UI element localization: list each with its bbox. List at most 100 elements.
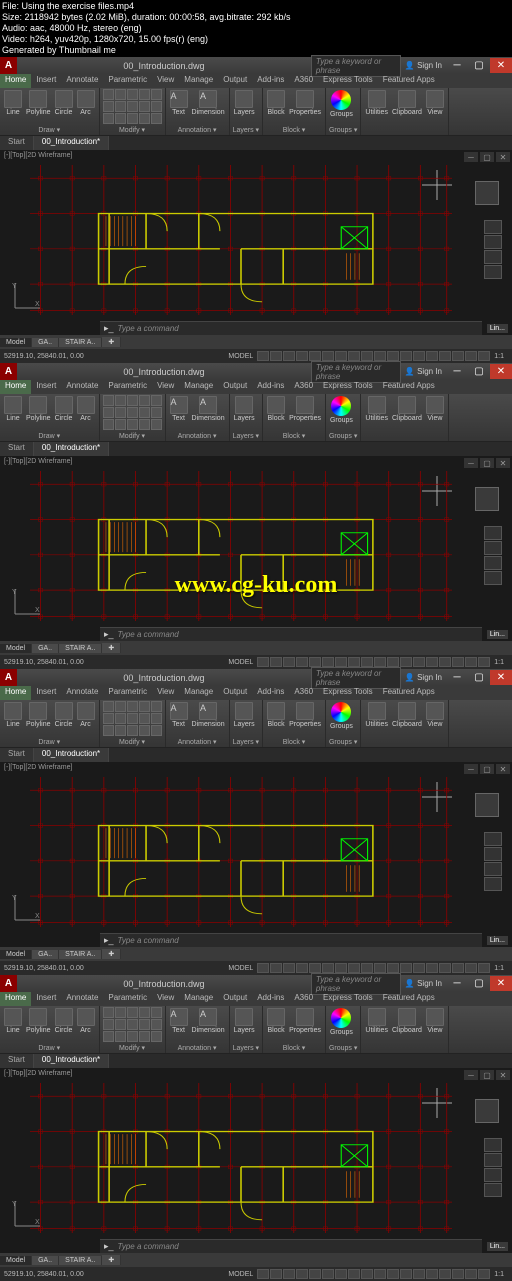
nav-tool-2[interactable] <box>484 862 502 876</box>
scale-btn[interactable]: 1:1 <box>494 1271 504 1278</box>
ucs-icon[interactable]: XY <box>10 1196 45 1233</box>
modify-tool-12[interactable] <box>127 725 138 736</box>
status-toggle-7[interactable] <box>348 657 360 667</box>
ribbon-tab-add-ins[interactable]: Add-ins <box>252 992 289 1006</box>
status-toggle-5[interactable] <box>322 1269 334 1279</box>
minimize-icon[interactable]: ─ <box>446 670 468 685</box>
modify-tool-11[interactable] <box>115 113 126 124</box>
ribbon-tab-view[interactable]: View <box>152 992 179 1006</box>
status-toggle-8[interactable] <box>361 1269 373 1279</box>
app-logo-icon[interactable]: A <box>0 975 17 992</box>
modify-tool-4[interactable] <box>151 395 162 406</box>
ribbon-tab-view[interactable]: View <box>152 74 179 88</box>
ribbon-tab-a360[interactable]: A360 <box>289 74 318 88</box>
viewport[interactable]: [-][Top][2D Wireframe]─▢✕ XY▸_Type a com… <box>0 150 512 335</box>
circle-tool[interactable]: Circle <box>54 1007 74 1035</box>
status-toggle-17[interactable] <box>478 963 490 973</box>
status-toggle-2[interactable] <box>283 657 295 667</box>
scale-btn[interactable]: 1:1 <box>494 965 504 972</box>
ribbon-tab-featuredapps[interactable]: Featured Apps <box>378 380 440 394</box>
modify-tool-5[interactable] <box>103 1019 114 1030</box>
util-tool[interactable]: Utilities <box>364 395 389 423</box>
properties-tool[interactable]: Properties <box>288 701 322 729</box>
tab-current[interactable]: 00_Introduction* <box>34 136 109 150</box>
util-tool[interactable]: Utilities <box>364 89 389 117</box>
ribbon-tab-parametric[interactable]: Parametric <box>103 686 152 700</box>
nav-tool-2[interactable] <box>484 556 502 570</box>
status-toggle-11[interactable] <box>400 351 412 361</box>
modify-tool-7[interactable] <box>127 407 138 418</box>
modify-tool-2[interactable] <box>127 395 138 406</box>
layers-tool[interactable]: Layers <box>233 1007 256 1035</box>
dimension-tool[interactable]: ADimension <box>191 1007 226 1035</box>
modify-tool-9[interactable] <box>151 407 162 418</box>
util-tool[interactable]: Utilities <box>364 701 389 729</box>
nav-tool-3[interactable] <box>484 877 502 891</box>
status-toggle-11[interactable] <box>400 657 412 667</box>
ribbon-tab-expresstools[interactable]: Express Tools <box>318 992 378 1006</box>
nav-tool-0[interactable] <box>484 220 502 234</box>
status-toggle-3[interactable] <box>296 1269 308 1279</box>
status-toggle-1[interactable] <box>270 1269 282 1279</box>
modify-tool-6[interactable] <box>115 713 126 724</box>
layers-tool[interactable]: Layers <box>233 701 256 729</box>
viewport-label[interactable]: [-][Top][2D Wireframe] <box>4 458 72 465</box>
viewcube[interactable] <box>472 1096 502 1126</box>
status-toggle-15[interactable] <box>452 351 464 361</box>
tab-add[interactable]: ✚ <box>102 337 121 347</box>
status-toggle-4[interactable] <box>309 963 321 973</box>
tab-model[interactable]: Model <box>0 338 32 347</box>
status-toggle-7[interactable] <box>348 963 360 973</box>
vp-ctrl-0[interactable]: ─ <box>464 458 478 468</box>
status-toggle-3[interactable] <box>296 963 308 973</box>
modify-tool-1[interactable] <box>115 395 126 406</box>
maximize-icon[interactable]: ▢ <box>468 364 490 379</box>
ribbon-tab-annotate[interactable]: Annotate <box>61 380 103 394</box>
modify-tool-14[interactable] <box>151 419 162 430</box>
modify-tool-8[interactable] <box>139 713 150 724</box>
vp-ctrl-2[interactable]: ✕ <box>496 1070 510 1080</box>
status-toggle-8[interactable] <box>361 657 373 667</box>
ribbon-tab-a360[interactable]: A360 <box>289 686 318 700</box>
model-space-btn[interactable]: MODEL <box>228 353 253 360</box>
tab-model[interactable]: Model <box>0 644 32 653</box>
tab-layout-2[interactable]: STAIR A.. <box>59 950 102 959</box>
ribbon-tab-featuredapps[interactable]: Featured Apps <box>378 74 440 88</box>
tab-start[interactable]: Start <box>0 1054 34 1068</box>
polyline-tool[interactable]: Polyline <box>25 89 52 117</box>
cmd-input[interactable]: Type a command <box>118 1242 478 1251</box>
nav-tool-3[interactable] <box>484 265 502 279</box>
tab-add[interactable]: ✚ <box>102 949 121 959</box>
modify-tool-14[interactable] <box>151 1031 162 1042</box>
layers-tool[interactable]: Layers <box>233 395 256 423</box>
ribbon-tab-output[interactable]: Output <box>218 74 252 88</box>
dimension-tool[interactable]: ADimension <box>191 701 226 729</box>
minimize-icon[interactable]: ─ <box>446 364 468 379</box>
layers-tool[interactable]: Layers <box>233 89 256 117</box>
command-line[interactable]: ▸_Type a command <box>100 933 482 947</box>
dimension-tool[interactable]: ADimension <box>191 395 226 423</box>
groups-tool[interactable]: Groups <box>329 395 354 425</box>
modify-tool-7[interactable] <box>127 713 138 724</box>
tab-layout-1[interactable]: GA.. <box>32 1256 59 1265</box>
modify-tool-9[interactable] <box>151 101 162 112</box>
ribbon-tab-add-ins[interactable]: Add-ins <box>252 74 289 88</box>
tab-current[interactable]: 00_Introduction* <box>34 1054 109 1068</box>
status-toggle-5[interactable] <box>322 351 334 361</box>
viewport[interactable]: [-][Top][2D Wireframe]─▢✕ XY▸_Type a com… <box>0 1068 512 1253</box>
modify-tool-5[interactable] <box>103 713 114 724</box>
ribbon-tab-manage[interactable]: Manage <box>179 992 218 1006</box>
status-toggle-12[interactable] <box>413 351 425 361</box>
vp-ctrl-1[interactable]: ▢ <box>480 1070 494 1080</box>
modify-tool-8[interactable] <box>139 407 150 418</box>
nav-tool-0[interactable] <box>484 526 502 540</box>
status-toggle-1[interactable] <box>270 351 282 361</box>
tab-add[interactable]: ✚ <box>102 643 121 653</box>
status-toggle-10[interactable] <box>387 1269 399 1279</box>
scale-btn[interactable]: 1:1 <box>494 659 504 666</box>
modify-tool-2[interactable] <box>127 1007 138 1018</box>
ribbon-tab-manage[interactable]: Manage <box>179 380 218 394</box>
status-toggle-12[interactable] <box>413 1269 425 1279</box>
arc-tool[interactable]: Arc <box>76 89 96 117</box>
ribbon-tab-a360[interactable]: A360 <box>289 380 318 394</box>
